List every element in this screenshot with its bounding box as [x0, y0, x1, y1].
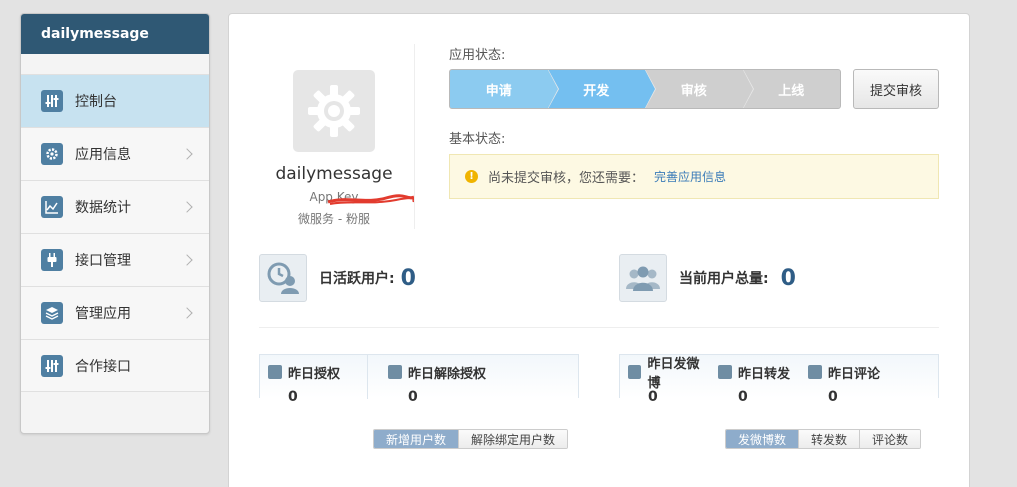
metric-value: 0	[288, 389, 298, 405]
total-users-stat: 当前用户总量: 0	[619, 254, 796, 302]
app-logo	[293, 70, 375, 152]
metric-label: 昨日发微博	[647, 357, 700, 391]
sidebar-item-manage[interactable]: 管理应用	[21, 286, 209, 339]
daily-active-stat: 日活跃用户: 0	[259, 254, 416, 302]
chevron-right-icon	[181, 148, 193, 160]
metric-label: 昨日解除授权	[408, 366, 487, 382]
metric-value: 0	[738, 389, 748, 405]
step-label: 开发	[583, 83, 610, 99]
step-label: 上线	[778, 83, 805, 99]
sidebar-item-label: 管理应用	[75, 306, 131, 322]
metric-value: 0	[408, 389, 418, 405]
sidebar-item-label: 控制台	[75, 94, 117, 110]
warning-icon: !	[465, 170, 478, 183]
daily-active-value: 0	[400, 265, 416, 291]
sidebar-item-app-info[interactable]: 应用信息	[21, 127, 209, 180]
metric-label: 昨日评论	[828, 366, 881, 382]
sidebar: dailymessage 控制台 应用信息 数据统计 接口管理 管理应用 合作接…	[20, 13, 210, 434]
tab-weibo-posts[interactable]: 发微博数	[726, 430, 799, 448]
key-icon	[268, 365, 282, 379]
tab-comments[interactable]: 评论数	[859, 430, 921, 448]
notice-text: 尚未提交审核，您还需要：	[488, 171, 645, 186]
layers-icon	[41, 302, 63, 324]
basic-status-label: 基本状态:	[449, 132, 506, 147]
metric-label: 昨日转发	[738, 366, 791, 382]
metric-value: 0	[648, 389, 658, 405]
status-progress: 申请 开发 审核 上线	[449, 69, 841, 109]
horizontal-divider	[259, 327, 939, 328]
users-icon	[619, 254, 667, 302]
rss-icon	[628, 365, 642, 379]
user-chart-tabs: 新增用户数 解除绑定用户数	[373, 429, 569, 449]
daily-active-label: 日活跃用户:	[319, 271, 395, 287]
app-card: dailymessage App Key 微服务 - 粉服	[254, 44, 415, 227]
sidebar-item-interface[interactable]: 接口管理	[21, 233, 209, 286]
metric-value: 0	[828, 389, 838, 405]
sidebar-title: dailymessage	[21, 14, 209, 54]
sidebar-item-statistics[interactable]: 数据统计	[21, 180, 209, 233]
main-panel: dailymessage App Key 微服务 - 粉服 应用状态: 申请 开…	[228, 13, 970, 487]
repost-icon	[718, 365, 732, 379]
sidebar-item-label: 接口管理	[75, 253, 131, 269]
gear-icon	[308, 85, 360, 137]
status-notice: ! 尚未提交审核，您还需要： 完善应用信息	[449, 154, 939, 199]
step-apply: 申请	[450, 70, 559, 108]
submit-review-button[interactable]: 提交审核	[853, 69, 939, 109]
clock-user-icon	[259, 254, 307, 302]
metric-unauthorized: 昨日解除授权 0	[368, 355, 578, 405]
metric-authorized: 昨日授权 0	[260, 355, 368, 405]
metric-weibo-posts: 昨日发微博 0	[620, 355, 710, 405]
total-users-value: 0	[780, 265, 796, 291]
plug-icon	[41, 249, 63, 271]
total-users-label: 当前用户总量:	[679, 271, 769, 287]
unlock-icon	[388, 365, 402, 379]
sidebar-menu: 控制台 应用信息 数据统计 接口管理 管理应用 合作接口	[21, 74, 209, 392]
comment-icon	[808, 365, 822, 379]
sidebar-item-label: 应用信息	[75, 147, 131, 163]
sidebar-item-label: 数据统计	[75, 200, 131, 216]
sidebar-item-partner[interactable]: 合作接口	[21, 339, 209, 392]
chevron-right-icon	[181, 307, 193, 319]
metric-comments: 昨日评论 0	[800, 355, 938, 405]
metric-label: 昨日授权	[288, 366, 341, 382]
step-label: 审核	[680, 83, 707, 99]
tab-unbind-users[interactable]: 解除绑定用户数	[458, 430, 568, 448]
weibo-metrics-panel: 昨日发微博 0 昨日转发 0 昨日评论 0	[619, 354, 939, 405]
chevron-right-icon	[181, 201, 193, 213]
sidebar-item-label: 合作接口	[75, 358, 131, 375]
metric-reposts: 昨日转发 0	[710, 355, 800, 405]
step-review: 审核	[645, 70, 754, 108]
weibo-chart-tabs: 发微博数 转发数 评论数	[725, 429, 922, 449]
step-develop: 开发	[547, 70, 656, 108]
sidebar-item-console[interactable]: 控制台	[21, 74, 209, 127]
vertical-divider	[414, 44, 415, 229]
tab-reposts[interactable]: 转发数	[798, 430, 860, 448]
chevron-right-icon	[181, 254, 193, 266]
app-type: 微服务 - 粉服	[298, 212, 370, 226]
sliders-icon	[41, 354, 63, 377]
step-label: 申请	[485, 83, 512, 99]
sliders-icon	[41, 90, 63, 112]
step-launch: 上线	[742, 70, 840, 108]
app-status-label: 应用状态:	[449, 48, 506, 63]
complete-app-info-link[interactable]: 完善应用信息	[654, 168, 726, 185]
gear-icon	[41, 143, 63, 165]
user-metrics-panel: 昨日授权 0 昨日解除授权 0	[259, 354, 579, 405]
tab-new-users[interactable]: 新增用户数	[374, 430, 459, 448]
redaction-scribble	[327, 194, 415, 205]
app-name: dailymessage	[275, 164, 393, 184]
chart-icon	[41, 196, 63, 218]
